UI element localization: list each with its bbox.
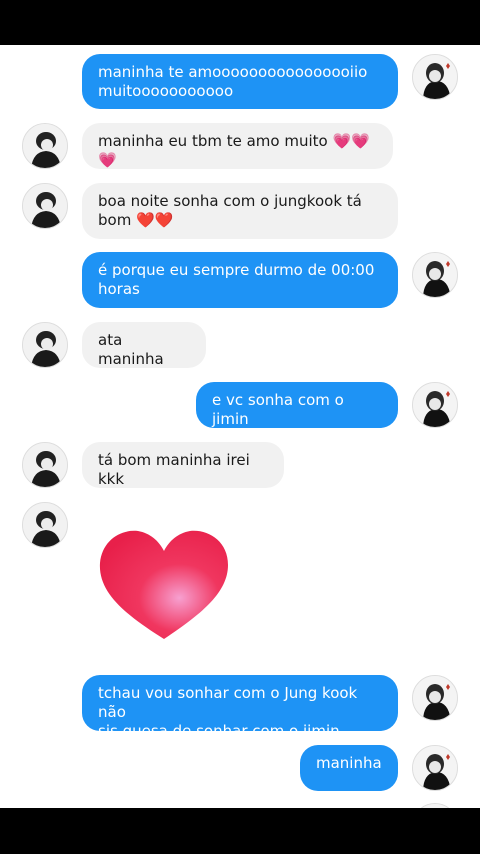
contact-avatar-icon (23, 124, 67, 168)
message-bubble-received[interactable]: maninha eu tbm te amo muito 💗💗💗 (82, 123, 393, 169)
user-avatar[interactable] (412, 675, 458, 721)
user-avatar-icon (413, 676, 457, 720)
message-bubble-received[interactable]: ata maninha (82, 322, 206, 368)
contact-avatar[interactable] (22, 183, 68, 229)
contact-avatar[interactable] (22, 442, 68, 488)
message-bubble-sent[interactable]: e vc sonha com o jimin (196, 382, 398, 428)
navigation-bar (0, 808, 480, 854)
user-avatar[interactable] (412, 382, 458, 428)
user-avatar[interactable] (412, 745, 458, 791)
heart-icon (99, 530, 228, 639)
message-bubble-sent[interactable]: maninha te amoooooooooooooooiio muitoooo… (82, 54, 398, 109)
contact-avatar-icon (23, 323, 67, 367)
user-avatar-icon (413, 55, 457, 99)
contact-avatar[interactable] (22, 123, 68, 169)
message-bubble-sent[interactable]: é porque eu sempre durmo de 00:00 horas (82, 252, 398, 308)
user-avatar[interactable] (412, 54, 458, 100)
message-bubble-sent[interactable]: tchau vou sonhar com o Jung kook não sis… (82, 675, 398, 740)
message-bubble-received[interactable]: boa noite sonha com o jungkook tá bom ❤️… (82, 183, 398, 239)
user-avatar-icon (413, 746, 457, 790)
message-bubble-received[interactable]: tá bom maninha irei kkk (82, 442, 284, 488)
chat-thread[interactable]: maninha te amoooooooooooooooiio muitoooo… (0, 45, 480, 808)
contact-avatar[interactable] (22, 322, 68, 368)
user-avatar-icon (413, 253, 457, 297)
status-bar (0, 0, 480, 45)
user-avatar-icon (413, 383, 457, 427)
message-bubble-sent[interactable]: maninha (300, 745, 398, 791)
heart-sticker[interactable] (96, 527, 232, 647)
contact-avatar[interactable] (22, 502, 68, 548)
contact-avatar-icon (23, 503, 67, 547)
contact-avatar-icon (23, 443, 67, 487)
user-avatar[interactable] (412, 252, 458, 298)
contact-avatar-icon (23, 184, 67, 228)
